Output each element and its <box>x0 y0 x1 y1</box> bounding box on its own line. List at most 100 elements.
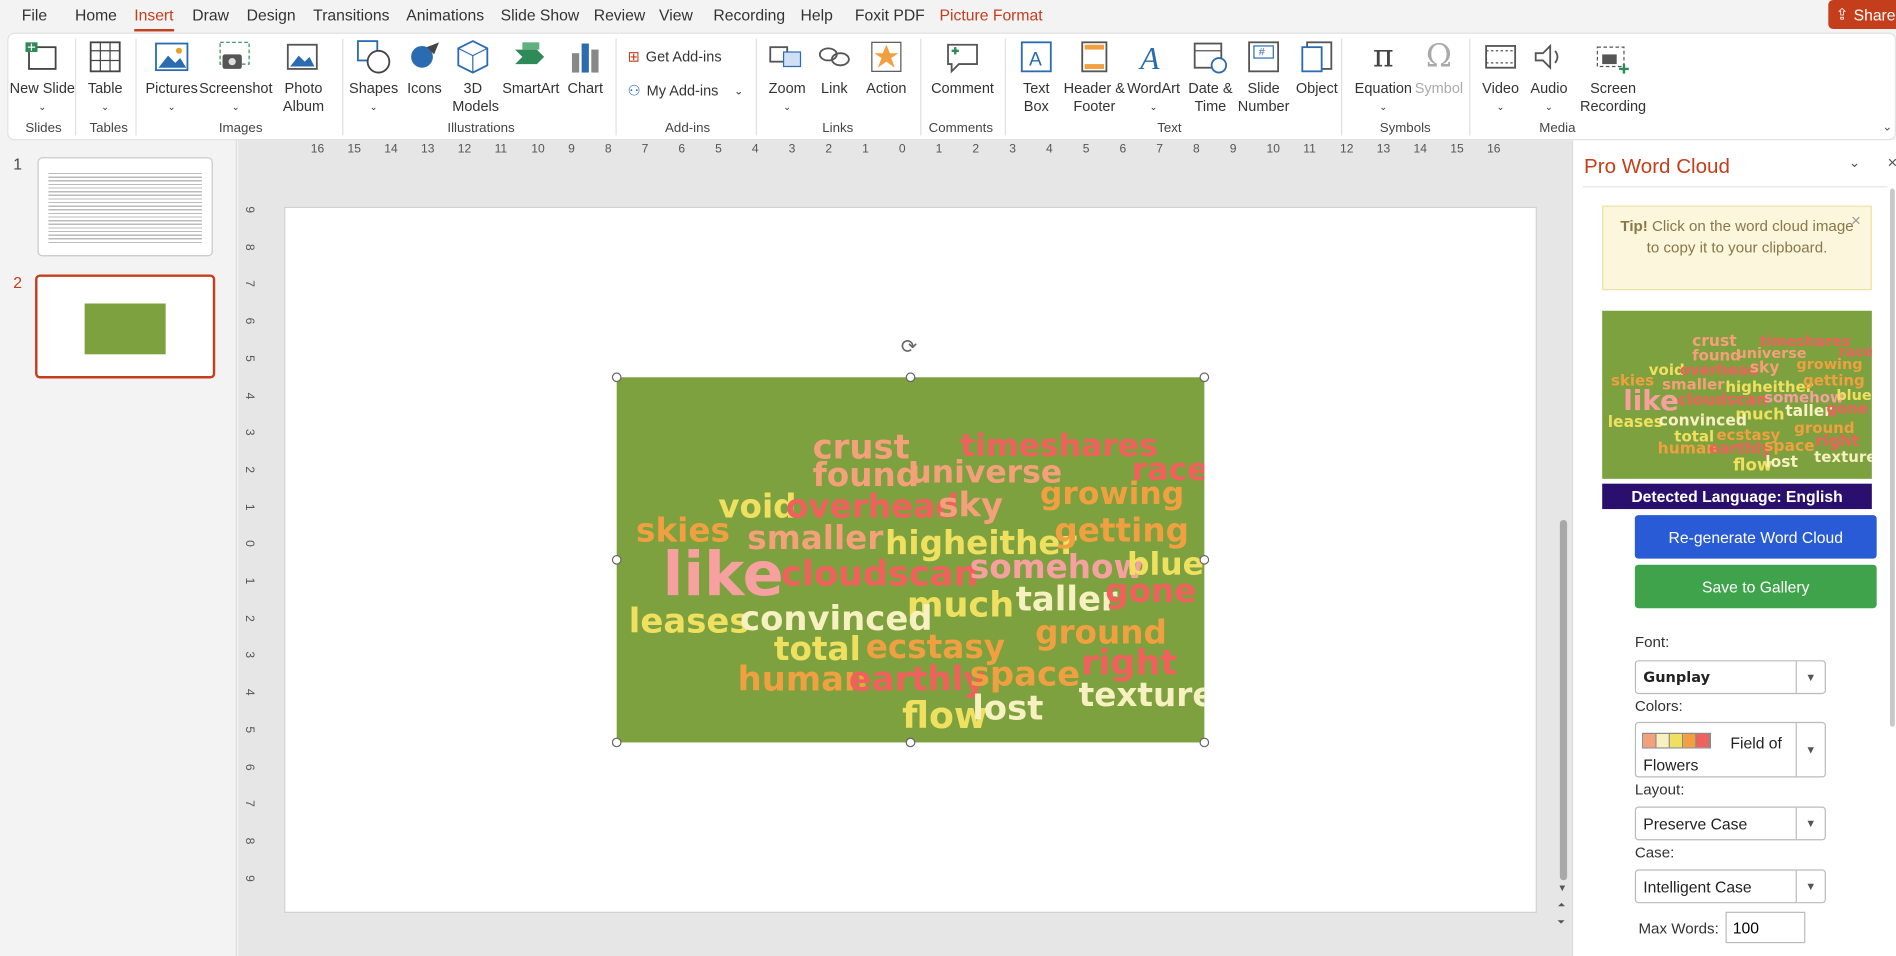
ruler-tick-label: 2 <box>242 614 256 622</box>
video-icon <box>1482 37 1518 76</box>
pane-options-icon[interactable]: ⌄ <box>1849 155 1860 171</box>
ruler-tick-label: 15 <box>347 142 361 156</box>
screen-recording-button[interactable]: Screen Recording <box>1576 37 1651 116</box>
cube-icon <box>455 37 491 76</box>
my-addins-button[interactable]: ⚇ My Add-ins ⌄ <box>628 82 744 99</box>
ruler-tick-label: 6 <box>242 763 256 770</box>
regenerate-button[interactable]: Re-generate Word Cloud <box>1634 515 1877 559</box>
slide-number-button[interactable]: # Slide Number <box>1237 37 1290 116</box>
screenshot-button[interactable]: Screenshot ⌄ <box>199 37 273 116</box>
word-cloud-word: gone <box>1826 400 1869 418</box>
3d-models-button[interactable]: 3D Models <box>449 37 499 116</box>
max-words-input[interactable] <box>1725 911 1806 944</box>
wordart-button[interactable]: A WordArt ⌄ <box>1126 37 1182 116</box>
tab-review[interactable]: Review <box>594 6 646 24</box>
word-cloud-word: like <box>662 539 784 610</box>
tab-draw[interactable]: Draw <box>192 6 229 24</box>
vertical-scrollbar[interactable]: ▼ ⏶ ⏷ <box>1556 140 1571 938</box>
ruler-tick-label: 12 <box>1340 142 1354 156</box>
word-cloud-word: taller <box>1015 579 1118 620</box>
word-cloud-word: earthly <box>1708 439 1772 458</box>
action-button[interactable]: Action <box>862 37 910 97</box>
word-cloud-image[interactable]: crust timeshares found universe race void over… <box>616 377 1205 743</box>
layout-select[interactable]: Preserve Case ▼ <box>1634 806 1826 841</box>
resize-handle-bottom-right[interactable] <box>1199 737 1210 748</box>
slide-canvas[interactable]: crust timeshares found universe race void over… <box>284 206 1537 913</box>
object-button[interactable]: Object <box>1293 37 1341 97</box>
audio-button[interactable]: Audio ⌄ <box>1527 37 1571 116</box>
resize-handle-left[interactable] <box>611 555 622 565</box>
rotate-handle-icon[interactable]: ⟳ <box>901 335 917 359</box>
chart-button[interactable]: Chart <box>565 37 606 97</box>
tab-recording[interactable]: Recording <box>713 6 785 24</box>
word-cloud-preview[interactable]: crust timeshares found universe race void over… <box>1602 310 1872 479</box>
ruler-tick-label: 6 <box>678 142 686 156</box>
video-button[interactable]: Video ⌄ <box>1479 37 1523 116</box>
equation-button[interactable]: π Equation ⌄ <box>1351 37 1416 116</box>
new-slide-button[interactable]: New Slide ⌄ <box>10 37 75 116</box>
object-icon <box>1299 37 1335 76</box>
pane-close-icon[interactable]: × <box>1888 152 1896 171</box>
get-addins-button[interactable]: ⊞ Get Add-ins <box>628 48 722 65</box>
header-footer-button[interactable]: Header & Footer <box>1063 37 1126 116</box>
vertical-ruler: 9 8 7 6 5 4 3 2 1 0 1 2 3 4 5 6 7 8 9 <box>242 203 260 916</box>
tab-home[interactable]: Home <box>75 6 117 24</box>
tab-animations[interactable]: Animations <box>406 6 484 24</box>
shapes-button[interactable]: Shapes ⌄ <box>347 37 400 116</box>
resize-handle-right[interactable] <box>1199 555 1210 565</box>
slide-thumbnail-1[interactable] <box>37 157 213 257</box>
tab-help[interactable]: Help <box>800 6 832 24</box>
slide-thumbnail-2[interactable] <box>35 274 216 379</box>
tab-insert[interactable]: Insert <box>134 6 174 32</box>
smartart-button[interactable]: SmartArt <box>499 37 562 97</box>
icons-button[interactable]: Icons <box>403 37 447 97</box>
word-cloud-word: leases <box>628 600 750 641</box>
tab-view[interactable]: View <box>659 6 693 24</box>
collapse-ribbon-icon[interactable]: ⌄ <box>1882 121 1892 134</box>
text-box-button[interactable]: A Text Box <box>1015 37 1059 116</box>
resize-handle-top-right[interactable] <box>1199 372 1210 383</box>
link-button[interactable]: Link <box>816 37 852 97</box>
tab-picture-format[interactable]: Picture Format <box>940 6 1043 24</box>
slide-number-1: 1 <box>13 154 23 173</box>
share-icon: ⇪ <box>1835 4 1849 23</box>
ruler-tick-label: 13 <box>421 142 435 156</box>
ruler-tick-label: 3 <box>788 142 796 156</box>
ruler-tick-label: 9 <box>568 142 575 156</box>
tab-design[interactable]: Design <box>247 6 296 24</box>
photo-album-button[interactable]: Photo Album <box>272 37 335 116</box>
save-to-gallery-button[interactable]: Save to Gallery <box>1634 564 1877 609</box>
case-select[interactable]: Intelligent Case ▼ <box>1634 869 1826 904</box>
share-button[interactable]: ⇪ Share <box>1828 0 1896 30</box>
ruler-tick-label: 1 <box>242 503 256 511</box>
previous-slide-icon[interactable]: ⏶ <box>1557 900 1565 912</box>
ruler-tick-label: 2 <box>972 142 980 156</box>
resize-handle-bottom[interactable] <box>905 737 916 748</box>
tab-slide-show[interactable]: Slide Show <box>501 6 580 24</box>
next-slide-icon[interactable]: ⏷ <box>1557 917 1565 929</box>
tab-transitions[interactable]: Transitions <box>313 6 389 24</box>
word-cloud-word: taller <box>1785 402 1832 422</box>
tab-file[interactable]: File <box>22 6 47 24</box>
comment-button[interactable]: Comment <box>927 37 997 97</box>
tab-foxit-pdf[interactable]: Foxit PDF <box>855 6 925 24</box>
pane-scrollbar[interactable] <box>1889 188 1895 727</box>
colors-select[interactable]: Field of Flowers ▼ <box>1634 721 1826 778</box>
resize-handle-top-left[interactable] <box>611 372 622 383</box>
date-time-button[interactable]: Date & Time <box>1184 37 1237 116</box>
scroll-down-icon[interactable]: ▼ <box>1557 883 1567 894</box>
scrollbar-thumb[interactable] <box>1559 519 1568 881</box>
word-cloud-word: getting <box>1054 512 1189 551</box>
resize-handle-bottom-left[interactable] <box>611 737 622 748</box>
tip-label: Tip! <box>1620 217 1648 235</box>
word-cloud-word: void <box>718 488 797 527</box>
pictures-button[interactable]: Pictures ⌄ <box>144 37 200 116</box>
ruler-tick-label: 5 <box>1082 142 1090 156</box>
font-select[interactable]: Gunplay ▼ <box>1634 660 1826 695</box>
ruler-tick-label: 7 <box>242 280 256 288</box>
zoom-button[interactable]: Zoom ⌄ <box>765 37 809 116</box>
store-icon: ⊞ <box>627 48 640 66</box>
tip-close-icon[interactable]: × <box>1851 209 1861 231</box>
table-button[interactable]: Table ⌄ <box>83 37 127 116</box>
resize-handle-top[interactable] <box>905 372 916 383</box>
